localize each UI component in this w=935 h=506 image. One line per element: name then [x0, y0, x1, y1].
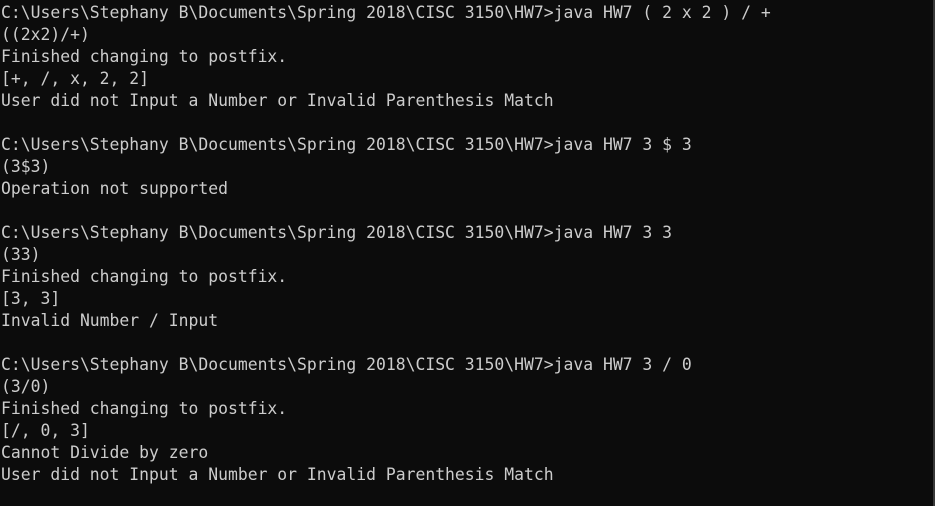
output-line: Cannot Divide by zero [1, 443, 209, 462]
output-line: Finished changing to postfix. [1, 47, 288, 66]
output-line: [/, 0, 3] [1, 421, 90, 440]
prompt-line: C:\Users\Stephany B\Documents\Spring 201… [1, 135, 692, 154]
output-line: (3/0) [1, 377, 51, 396]
output-line: Invalid Number / Input [1, 311, 219, 330]
output-line: User did not Input a Number or Invalid P… [1, 465, 554, 484]
output-line: ((2x2)/+) [1, 25, 90, 44]
output-line: Operation not supported [1, 179, 228, 198]
output-line: (33) [1, 245, 41, 264]
output-line: (3$3) [1, 157, 51, 176]
console-output[interactable]: C:\Users\Stephany B\Documents\Spring 201… [0, 0, 935, 506]
output-line: [3, 3] [1, 289, 61, 308]
output-line: User did not Input a Number or Invalid P… [1, 91, 554, 110]
output-line: [+, /, x, 2, 2] [1, 69, 150, 88]
output-line: Finished changing to postfix. [1, 399, 288, 418]
prompt-line: C:\Users\Stephany B\Documents\Spring 201… [1, 3, 771, 22]
output-line: Finished changing to postfix. [1, 267, 288, 286]
prompt-line: C:\Users\Stephany B\Documents\Spring 201… [1, 355, 692, 374]
prompt-line: C:\Users\Stephany B\Documents\Spring 201… [1, 223, 673, 242]
